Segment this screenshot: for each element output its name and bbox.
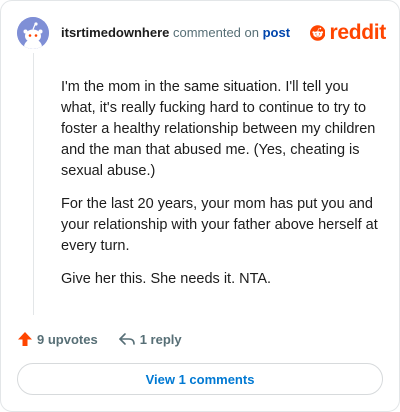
upvote-arrow-icon xyxy=(18,332,32,346)
thread-line xyxy=(33,53,34,315)
upvote-button[interactable]: 9 upvotes xyxy=(17,331,98,347)
reddit-logo-icon xyxy=(310,25,326,41)
reddit-logo[interactable]: reddit xyxy=(310,19,386,47)
reply-count: 1 reply xyxy=(139,331,182,347)
reply-arrow-icon xyxy=(118,333,135,345)
upvote-count: 9 upvotes xyxy=(37,331,98,347)
action-text: commented on xyxy=(172,25,259,40)
user-avatar[interactable] xyxy=(17,17,49,49)
comment-body: I'm the mom in the same situation. I'll … xyxy=(61,77,383,302)
comment-header: itsrtimedownhere commented on post xyxy=(61,25,290,40)
comment-paragraph: I'm the mom in the same situation. I'll … xyxy=(61,79,376,179)
username-link[interactable]: itsrtimedownhere xyxy=(61,25,169,40)
comment-card: itsrtimedownhere commented on post reddi… xyxy=(0,0,400,412)
comment-paragraph: For the last 20 years, your mom has put … xyxy=(61,196,378,254)
reply-button[interactable]: 1 reply xyxy=(118,331,182,347)
comment-paragraph: Give her this. She needs it. NTA. xyxy=(61,271,272,287)
reddit-snoo-avatar-icon xyxy=(17,17,49,49)
reddit-wordmark: reddit xyxy=(329,21,386,44)
comment-actions: 9 upvotes 1 reply xyxy=(17,331,202,347)
post-link[interactable]: post xyxy=(263,25,290,40)
view-comments-button[interactable]: View 1 comments xyxy=(17,363,383,395)
